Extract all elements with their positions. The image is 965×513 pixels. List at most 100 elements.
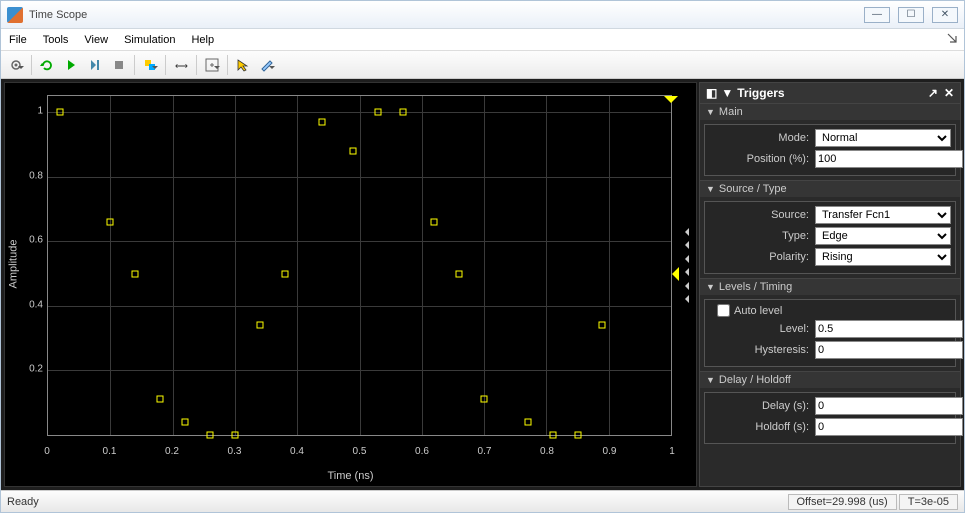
- zoom-in-icon[interactable]: [201, 54, 223, 76]
- data-point: [350, 147, 357, 154]
- chart-box: [47, 95, 672, 436]
- holdoff-input[interactable]: [815, 418, 963, 436]
- y-tick-label: 1: [37, 106, 43, 117]
- minimize-button[interactable]: —: [864, 7, 890, 23]
- highlight-icon[interactable]: [139, 54, 161, 76]
- x-tick-label: 0.7: [478, 446, 492, 457]
- trigger-position-marker[interactable]: [664, 96, 678, 110]
- type-select[interactable]: Edge: [815, 227, 951, 245]
- app-window: Time Scope — ☐ ✕ File Tools View Simulat…: [0, 0, 965, 513]
- x-tick-label: 0.4: [290, 446, 304, 457]
- auto-level-checkbox[interactable]: [717, 304, 730, 317]
- position-input[interactable]: [815, 150, 963, 168]
- trigger-level-marker[interactable]: [665, 267, 679, 281]
- menu-file[interactable]: File: [9, 34, 27, 46]
- step-icon[interactable]: [84, 54, 106, 76]
- data-point: [431, 218, 438, 225]
- section-source: Source: Transfer Fcn1 Type: Edge Polarit…: [704, 201, 956, 274]
- mode-label: Mode:: [709, 132, 809, 144]
- x-axis-label: Time (ns): [5, 470, 696, 486]
- triggers-panel: ◧ ▼ Triggers ↗ ✕ ▼Main Mode: Normal Posi…: [699, 82, 961, 487]
- data-point: [107, 218, 114, 225]
- close-panel-icon[interactable]: ✕: [944, 86, 954, 100]
- hysteresis-label: Hysteresis:: [709, 344, 809, 356]
- data-point: [549, 432, 556, 439]
- level-input[interactable]: [815, 320, 963, 338]
- y-axis-label: Amplitude: [5, 83, 21, 444]
- undock-icon[interactable]: ↗: [928, 86, 938, 100]
- data-point: [231, 432, 238, 439]
- x-tick-label: 0.9: [603, 446, 617, 457]
- polarity-select[interactable]: Rising: [815, 248, 951, 266]
- x-tick-label: 0.2: [165, 446, 179, 457]
- window-buttons: — ☐ ✕: [864, 7, 958, 23]
- x-tick-label: 0.1: [103, 446, 117, 457]
- status-ready: Ready: [7, 496, 786, 508]
- data-point: [481, 396, 488, 403]
- data-point: [57, 109, 64, 116]
- data-point: [574, 432, 581, 439]
- collapse-icon: ▼: [721, 86, 733, 100]
- data-point: [182, 419, 189, 426]
- status-offset: Offset=29.998 (us): [788, 494, 897, 510]
- section-delay: Delay (s): Holdoff (s):: [704, 392, 956, 444]
- x-tick-label: 0: [44, 446, 50, 457]
- play-icon[interactable]: [60, 54, 82, 76]
- content-area: Amplitude 0.20.40.60.81 00.10.20.30.40.5…: [1, 79, 964, 490]
- source-label: Source:: [709, 209, 809, 221]
- mode-select[interactable]: Normal: [815, 129, 951, 147]
- titlebar: Time Scope — ☐ ✕: [1, 1, 964, 29]
- x-tick-label: 0.3: [228, 446, 242, 457]
- section-main: Mode: Normal Position (%):: [704, 124, 956, 176]
- data-point: [599, 322, 606, 329]
- section-delay-header[interactable]: ▼Delay / Holdoff: [700, 371, 960, 388]
- svg-text:⟷: ⟷: [175, 61, 188, 71]
- annotate-icon[interactable]: [256, 54, 278, 76]
- plot-area: Amplitude 0.20.40.60.81 00.10.20.30.40.5…: [4, 82, 697, 487]
- menu-simulation[interactable]: Simulation: [124, 34, 175, 46]
- x-tick-label: 0.5: [353, 446, 367, 457]
- triggers-panel-header[interactable]: ◧ ▼ Triggers ↗ ✕: [700, 83, 960, 103]
- find-icon[interactable]: ⟷: [170, 54, 192, 76]
- data-point: [375, 109, 382, 116]
- delay-input[interactable]: [815, 397, 963, 415]
- delay-label: Delay (s):: [709, 400, 809, 412]
- section-source-header[interactable]: ▼Source / Type: [700, 180, 960, 197]
- y-tick-label: 0.8: [29, 170, 43, 181]
- x-tick-label: 0.6: [415, 446, 429, 457]
- dock-icon: ◧: [706, 86, 717, 100]
- close-button[interactable]: ✕: [932, 7, 958, 23]
- expand-menu-icon[interactable]: [946, 32, 958, 44]
- y-tick-label: 0.6: [29, 235, 43, 246]
- polarity-label: Polarity:: [709, 251, 809, 263]
- plot-inner: Amplitude 0.20.40.60.81: [5, 83, 696, 444]
- section-levels-header[interactable]: ▼Levels / Timing: [700, 278, 960, 295]
- restart-icon[interactable]: [36, 54, 58, 76]
- menubar: File Tools View Simulation Help: [1, 29, 964, 51]
- data-point: [524, 419, 531, 426]
- hysteresis-input[interactable]: [815, 341, 963, 359]
- data-point: [456, 270, 463, 277]
- chart-canvas[interactable]: [47, 83, 672, 444]
- x-ticks: 00.10.20.30.40.50.60.70.80.91: [47, 444, 672, 470]
- menu-tools[interactable]: Tools: [43, 34, 69, 46]
- stop-icon[interactable]: [108, 54, 130, 76]
- app-icon: [7, 7, 23, 23]
- window-title: Time Scope: [29, 9, 864, 21]
- settings-icon[interactable]: [5, 54, 27, 76]
- auto-level-label: Auto level: [734, 305, 782, 317]
- menu-help[interactable]: Help: [191, 34, 214, 46]
- source-select[interactable]: Transfer Fcn1: [815, 206, 951, 224]
- x-axis: 00.10.20.30.40.50.60.70.80.91 Time (ns): [5, 444, 696, 486]
- cursor-icon[interactable]: [232, 54, 254, 76]
- statusbar: Ready Offset=29.998 (us) T=3e-05: [1, 490, 964, 512]
- data-point: [157, 396, 164, 403]
- position-label: Position (%):: [709, 153, 809, 165]
- data-point: [132, 270, 139, 277]
- data-point: [256, 322, 263, 329]
- maximize-button[interactable]: ☐: [898, 7, 924, 23]
- data-point: [206, 432, 213, 439]
- section-main-header[interactable]: ▼Main: [700, 103, 960, 120]
- y-tick-label: 0.2: [29, 364, 43, 375]
- menu-view[interactable]: View: [84, 34, 108, 46]
